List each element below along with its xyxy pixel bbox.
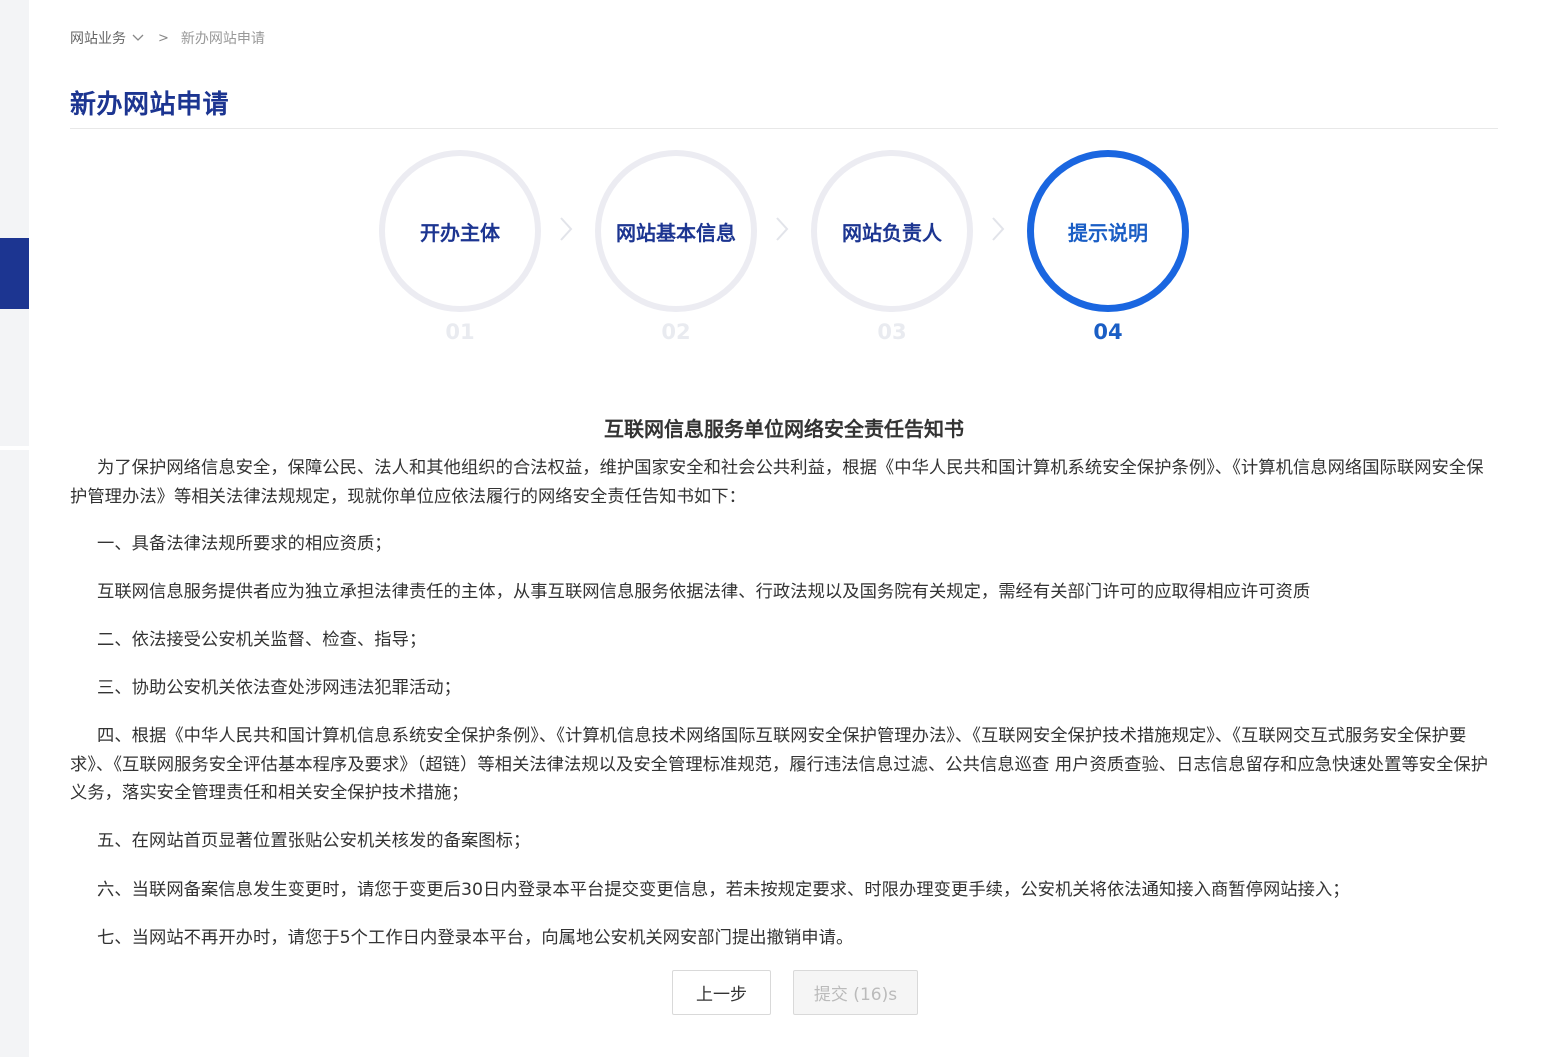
step-circle: 开办主体 xyxy=(379,150,541,312)
step-circle: 提示说明 xyxy=(1027,150,1189,312)
previous-step-button[interactable]: 上一步 xyxy=(672,970,771,1015)
page-title: 新办网站申请 xyxy=(70,90,230,120)
notice-title: 互联网信息服务单位网络安全责任告知书 xyxy=(604,417,964,441)
breadcrumb: 网站业务 > 新办网站申请 xyxy=(70,27,265,49)
main-content: 网站业务 > 新办网站申请 新办网站申请 开办主体 01 网站基本信息 02 网… xyxy=(70,0,1498,1057)
step-label: 提示说明 xyxy=(1068,220,1148,245)
step-4: 提示说明 04 xyxy=(1027,150,1189,350)
step-number: 03 xyxy=(877,320,907,344)
step-number: 04 xyxy=(1093,320,1123,344)
notice-item: 五、在网站首页显著位置张贴公安机关核发的备案图标； xyxy=(97,831,531,852)
step-circle: 网站基本信息 xyxy=(595,150,757,312)
step-number: 01 xyxy=(445,320,475,344)
notice-item: 七、当网站不再开办时，请您于5个工作日内登录本平台，向属地公安机关网安部门提出撤… xyxy=(97,927,854,948)
step-progress: 开办主体 01 网站基本信息 02 网站负责人 03 提示说明 04 xyxy=(70,150,1498,360)
breadcrumb-parent[interactable]: 网站业务 xyxy=(70,28,126,48)
chevron-right-icon xyxy=(554,216,578,246)
step-number: 02 xyxy=(661,320,691,344)
chevron-right-icon xyxy=(986,216,1010,246)
notice-body: 为了保护网络信息安全，保障公民、法人和其他组织的合法权益，维护国家安全和社会公共… xyxy=(70,454,1498,972)
notice-item: 六、当联网备案信息发生变更时，请您于变更后30日内登录本平台提交变更信息，若未按… xyxy=(97,879,1350,900)
step-label: 网站负责人 xyxy=(842,220,942,245)
notice-intro: 为了保护网络信息安全，保障公民、法人和其他组织的合法权益，维护国家安全和社会公共… xyxy=(70,458,1484,507)
breadcrumb-current: 新办网站申请 xyxy=(180,31,265,47)
notice-item: 四、根据《中华人民共和国计算机信息系统安全保护条例》、《计算机信息技术网络国际互… xyxy=(70,726,1489,804)
sidebar-active-tab[interactable] xyxy=(0,238,29,309)
breadcrumb-separator: > xyxy=(158,30,169,46)
form-actions: 上一步 提交 (16)s xyxy=(70,970,1498,1016)
left-sidebar xyxy=(0,0,29,1057)
notice-item: 二、依法接受公安机关监督、检查、指导； xyxy=(97,630,427,651)
notice-item: 互联网信息服务提供者应为独立承担法律责任的主体，从事互联网信息服务依据法律、行政… xyxy=(97,582,1311,603)
step-circle: 网站负责人 xyxy=(811,150,973,312)
step-label: 开办主体 xyxy=(420,220,500,245)
step-2: 网站基本信息 02 xyxy=(595,150,757,350)
sidebar-divider xyxy=(0,446,29,450)
step-label: 网站基本信息 xyxy=(616,220,736,245)
step-3: 网站负责人 03 xyxy=(811,150,973,350)
title-divider xyxy=(70,128,1498,129)
chevron-right-icon xyxy=(770,216,794,246)
notice-item: 一、具备法律法规所要求的相应资质； xyxy=(97,534,392,554)
notice-item: 三、协助公安机关依法查处涉网违法犯罪活动； xyxy=(97,678,461,699)
step-1: 开办主体 01 xyxy=(379,150,541,350)
submit-button[interactable]: 提交 (16)s xyxy=(793,970,918,1015)
chevron-down-icon[interactable] xyxy=(132,31,144,46)
